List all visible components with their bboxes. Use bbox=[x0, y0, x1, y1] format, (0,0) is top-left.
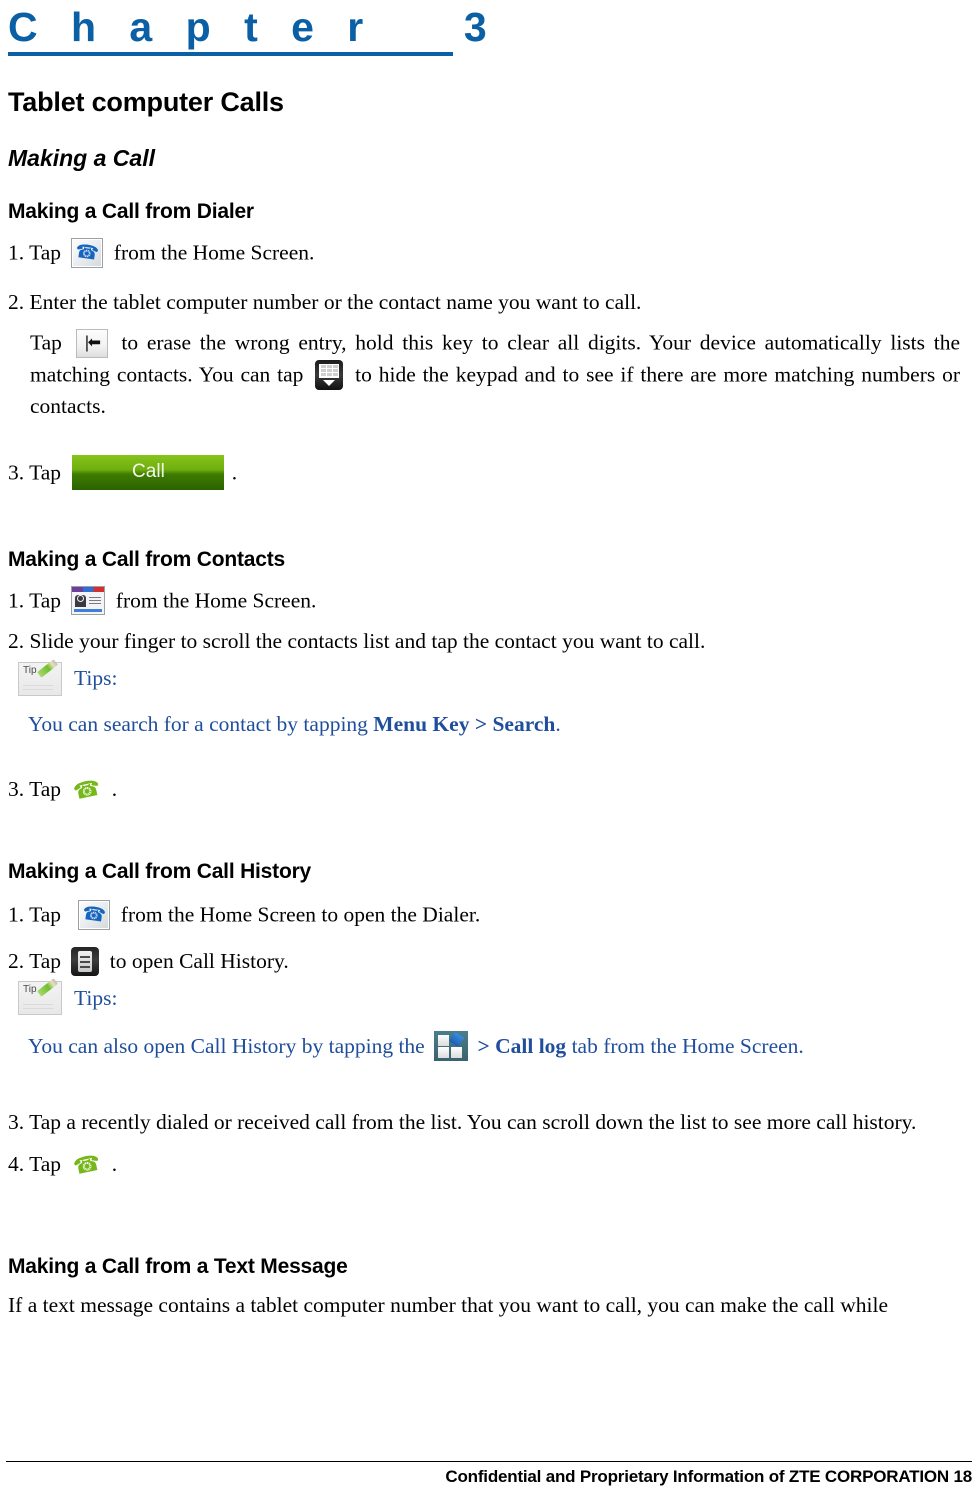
dialer-step-3: 3. Tap Call . bbox=[8, 454, 972, 494]
tips-label: Tips: bbox=[74, 666, 118, 691]
footer-text: Confidential and Proprietary Information… bbox=[445, 1467, 972, 1486]
note-text: Tap bbox=[30, 330, 62, 355]
document-page: C h a p t e r 3 Tablet computer Calls Ma… bbox=[0, 0, 978, 1493]
callhistory-step-3: 3. Tap a recently dialed or received cal… bbox=[8, 1110, 917, 1135]
call-history-icon bbox=[71, 947, 100, 977]
call-button-image: Call bbox=[72, 454, 225, 490]
textmessage-paragraph: If a text message contains a tablet comp… bbox=[8, 1293, 888, 1318]
step-text: 1. Tap bbox=[8, 240, 62, 265]
blue-phone-handset-icon: ☎ bbox=[71, 238, 104, 269]
callhistory-step-4: 4. Tap ☎ . bbox=[8, 1149, 972, 1181]
contacts-card-icon bbox=[71, 585, 106, 615]
page-title: Tablet computer Calls bbox=[8, 87, 284, 118]
call-button-label: Call bbox=[132, 461, 165, 483]
callhistory-tips-label-row: Tip Tips: bbox=[18, 978, 972, 1016]
contacts-step-1: 1. Tap from the Home Screen. bbox=[8, 585, 972, 619]
heading-making-a-call-from-call-history: Making a Call from Call History bbox=[8, 860, 312, 884]
tips-label: Tips: bbox=[74, 985, 118, 1010]
dialer-step-2-note: Tap |⬅ to erase the wrong entry, hold th… bbox=[30, 328, 960, 421]
chapter-header: C h a p t e r 3 bbox=[6, 0, 972, 57]
step-text: from the Home Screen. bbox=[115, 588, 317, 613]
callhistory-step-2: 2. Tap to open Call History. bbox=[8, 947, 972, 979]
step-text: . bbox=[111, 1152, 118, 1177]
backspace-key-icon: |⬅ bbox=[75, 328, 108, 358]
step-text: 2. Tap bbox=[8, 949, 62, 974]
contacts-tips-label-row: Tip Tips: bbox=[18, 659, 972, 696]
tips-text: You can also open Call History by tappin… bbox=[28, 1034, 425, 1059]
dialer-step-2: 2. Enter the tablet computer number or t… bbox=[8, 290, 642, 315]
heading-making-a-call-from-dialer: Making a Call from Dialer bbox=[8, 200, 254, 224]
green-handset-icon: ☎ bbox=[71, 1149, 104, 1180]
step-text: 3. Tap bbox=[8, 460, 62, 485]
callhistory-tips-text: You can also open Call History by tappin… bbox=[28, 1031, 972, 1065]
step-text: . bbox=[111, 777, 118, 802]
step-text: . bbox=[231, 460, 238, 485]
callhistory-step-1: 1. Tap ☎ from the Home Screen to open th… bbox=[8, 900, 972, 933]
tips-text: You can search for a contact by tapping bbox=[28, 711, 374, 736]
heading-making-a-call-from-a-text-message: Making a Call from a Text Message bbox=[8, 1255, 348, 1279]
green-handset-icon: ☎ bbox=[71, 774, 104, 805]
chapter-title: C h a p t e r 3 bbox=[8, 4, 498, 50]
step-text: 4. Tap bbox=[8, 1152, 62, 1177]
page-footer: Confidential and Proprietary Information… bbox=[6, 1461, 972, 1487]
step-text: 1. Tap bbox=[8, 902, 62, 927]
tips-text-emphasis: Menu Key > Search bbox=[373, 711, 556, 736]
step-text: from the Home Screen to open the Dialer. bbox=[120, 902, 481, 927]
heading-making-a-call-from-contacts: Making a Call from Contacts bbox=[8, 547, 285, 571]
tips-text: . bbox=[555, 711, 561, 736]
tips-note-icon: Tip bbox=[18, 978, 62, 1016]
contacts-tips-text: You can search for a contact by tapping … bbox=[28, 710, 972, 738]
chapter-underline bbox=[8, 52, 453, 57]
section-heading-making-a-call: Making a Call bbox=[8, 145, 155, 172]
step-text: 3. Tap bbox=[8, 777, 62, 802]
footer-divider bbox=[6, 1461, 972, 1462]
tips-text: tab from the Home Screen. bbox=[566, 1034, 804, 1059]
contacts-step-2: 2. Slide your finger to scroll the conta… bbox=[8, 628, 706, 653]
app-drawer-icon bbox=[434, 1031, 469, 1062]
tips-note-icon: Tip bbox=[18, 659, 62, 696]
step-text: from the Home Screen. bbox=[113, 240, 315, 265]
step-text: to open Call History. bbox=[109, 949, 289, 974]
blue-phone-handset-icon: ☎ bbox=[78, 900, 111, 931]
step-text: 1. Tap bbox=[8, 588, 62, 613]
hide-keypad-icon bbox=[315, 359, 344, 390]
contacts-step-3: 3. Tap ☎ . bbox=[8, 774, 972, 806]
dialer-step-1: 1. Tap ☎ from the Home Screen. bbox=[8, 238, 972, 271]
tips-text-emphasis: > Call log bbox=[477, 1034, 567, 1059]
